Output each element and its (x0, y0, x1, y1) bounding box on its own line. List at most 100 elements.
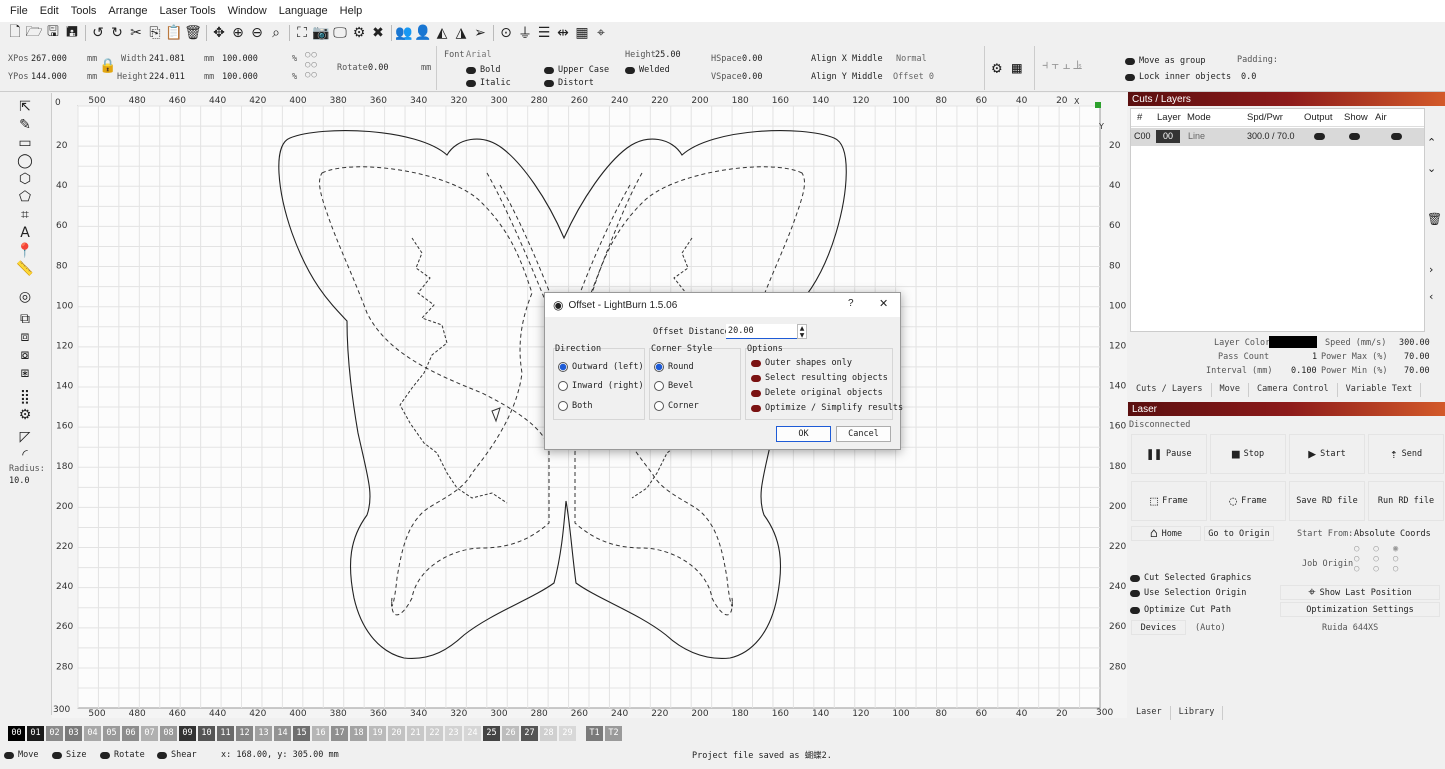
layer-swatch-19[interactable]: 19 (369, 725, 386, 741)
start-from-select[interactable]: Absolute Coords (1354, 529, 1431, 539)
corner-corner-radio[interactable]: Corner (654, 401, 699, 411)
weld-icon[interactable]: ⧆ (16, 365, 34, 381)
marker-icon[interactable]: 📍 (16, 243, 34, 259)
layer-swatch-23[interactable]: 23 (445, 725, 462, 741)
align-y-select[interactable]: Align Y Middle (811, 72, 883, 82)
save-as-icon[interactable]: 🖪 (63, 24, 81, 42)
trash-icon[interactable]: 🗑 (1427, 212, 1442, 226)
cancel-button[interactable]: Cancel (836, 426, 891, 442)
size-toggle[interactable]: Size (52, 750, 86, 760)
font-select[interactable]: Arial (466, 50, 492, 60)
boolean-subtract-icon[interactable]: ⧈ (16, 329, 34, 345)
lock-icon[interactable]: 🔒 (99, 58, 116, 74)
layer-swatch-21[interactable]: 21 (407, 725, 424, 741)
italic-toggle[interactable]: Italic (466, 78, 511, 88)
measure-icon[interactable]: 📏 (16, 261, 34, 277)
layer-swatch-18[interactable]: 18 (350, 725, 367, 741)
boolean-union-icon[interactable]: ⧉ (16, 311, 34, 327)
laser-frame-button[interactable]: ◌ Frame (1210, 481, 1286, 521)
layer-swatch-17[interactable]: 17 (331, 725, 348, 741)
spacing-icon[interactable]: ⇹ (554, 24, 572, 42)
width-field[interactable]: 241.081 (149, 54, 185, 64)
laser-send-button[interactable]: ⇡ Send (1368, 434, 1444, 474)
layer-swatch-08[interactable]: 08 (160, 725, 177, 741)
ypos-field[interactable]: 144.000 (31, 72, 67, 82)
layer-color-swatch[interactable] (1269, 336, 1317, 348)
path-icon[interactable]: ⬠ (16, 189, 34, 205)
zoom-fit-icon[interactable]: ⌕ (267, 24, 285, 42)
layer-swatch-13[interactable]: 13 (255, 725, 272, 741)
vspace-field[interactable]: 0.00 (742, 72, 762, 82)
frame-icon[interactable]: ⛶ (293, 24, 311, 42)
center-icon[interactable]: ⌖ (592, 24, 610, 42)
distort-toggle[interactable]: Distort (544, 78, 594, 88)
rotate-field[interactable]: 0.00 (368, 63, 388, 73)
layer-swatch-02[interactable]: 02 (46, 725, 63, 741)
align-icon[interactable]: ⏚ (516, 24, 534, 42)
move-icon[interactable]: ✥ (210, 24, 228, 42)
undo-icon[interactable]: ↺ (89, 24, 107, 42)
corner-round-radio[interactable]: Round (654, 362, 694, 372)
grid-array-icon[interactable]: ⣿ (16, 389, 34, 405)
welded-toggle[interactable]: Welded (625, 65, 670, 75)
menu-language[interactable]: Language (273, 5, 334, 17)
help-icon[interactable]: ? (848, 298, 854, 309)
menu-file[interactable]: File (4, 5, 34, 17)
optimization-settings-button[interactable]: Optimization Settings (1280, 602, 1440, 617)
cut-selected-toggle[interactable]: Cut Selected Graphics (1130, 573, 1251, 583)
ok-button[interactable]: OK (776, 426, 831, 442)
layer-swatch-04[interactable]: 04 (84, 725, 101, 741)
layer-swatch-12[interactable]: 12 (236, 725, 253, 741)
trace-icon[interactable]: ◭ (433, 24, 451, 42)
home-button[interactable]: ⌂ Home (1131, 526, 1201, 541)
row-mode-select[interactable]: Line (1188, 131, 1205, 141)
laser-pause-button[interactable]: ❚❚ Pause (1131, 434, 1207, 474)
radius-field[interactable]: 10.0 (9, 476, 29, 486)
circular-array-icon[interactable]: ⚙ (16, 407, 34, 423)
layer-swatch-07[interactable]: 07 (141, 725, 158, 741)
laser-save-rd-file-button[interactable]: Save RD file (1289, 481, 1365, 521)
row-air-toggle[interactable] (1391, 133, 1402, 140)
corner-bevel-radio[interactable]: Bevel (654, 381, 694, 391)
device-icon[interactable]: ▦ (1012, 58, 1022, 77)
menu-tools[interactable]: Tools (65, 5, 103, 17)
rotate-toggle[interactable]: Rotate (100, 750, 145, 760)
layer-swatch-27[interactable]: 27 (521, 725, 538, 741)
table-row[interactable]: C00 00 Line 300.0 / 70.0 (1131, 128, 1424, 146)
layer-swatch-06[interactable]: 06 (122, 725, 139, 741)
pass-count-field[interactable]: 1 (1312, 352, 1317, 362)
boolean-intersect-icon[interactable]: ⧇ (16, 347, 34, 363)
move-as-group-toggle[interactable]: Move as group (1125, 56, 1206, 66)
open-icon[interactable]: 🗁 (25, 24, 43, 42)
port-select[interactable]: (Auto) (1195, 623, 1226, 633)
align-tools-icon[interactable]: ⫞⫟⫠⫡ (1042, 58, 1085, 73)
position-icon[interactable]: ⌗ (16, 207, 34, 223)
expand-icon[interactable]: › (1429, 263, 1433, 276)
show-last-position-button[interactable]: ⌖ Show Last Position (1280, 585, 1440, 600)
select-icon[interactable]: ⇱ (16, 99, 34, 115)
layer-swatch-26[interactable]: 26 (502, 725, 519, 741)
layer-swatch-03[interactable]: 03 (65, 725, 82, 741)
tab-laser[interactable]: Laser (1128, 706, 1171, 720)
bold-toggle[interactable]: Bold (466, 65, 500, 75)
pen-icon[interactable]: ✎ (16, 117, 34, 133)
delete-original-toggle[interactable]: Delete original objects (751, 388, 883, 398)
layer-swatch-22[interactable]: 22 (426, 725, 443, 741)
anchor-grid-icon[interactable]: ○○ ○○ ○○ (305, 50, 318, 80)
shear-toggle[interactable]: Shear (157, 750, 197, 760)
device-select[interactable]: Ruida 644XS (1322, 623, 1378, 633)
interval-field[interactable]: 0.100 (1291, 366, 1317, 376)
user-icon[interactable]: 👤 (414, 24, 432, 42)
upper-case-toggle[interactable]: Upper Case (544, 65, 609, 75)
menu-edit[interactable]: Edit (34, 5, 65, 17)
scale-width-field[interactable]: 100.000 (222, 54, 258, 64)
close-icon[interactable]: ✕ (879, 297, 888, 310)
layer-swatch-00[interactable]: 00 (8, 725, 25, 741)
speed-field[interactable]: 300.00 (1399, 338, 1430, 348)
polygon-icon[interactable]: ⬡ (16, 171, 34, 187)
target-icon[interactable]: ⊙ (497, 24, 515, 42)
align-x-select[interactable]: Align X Middle (811, 54, 883, 64)
layer-swatch-29[interactable]: 29 (559, 725, 576, 741)
devices-button[interactable]: Devices (1131, 620, 1186, 635)
tab-move[interactable]: Move (1212, 383, 1250, 397)
